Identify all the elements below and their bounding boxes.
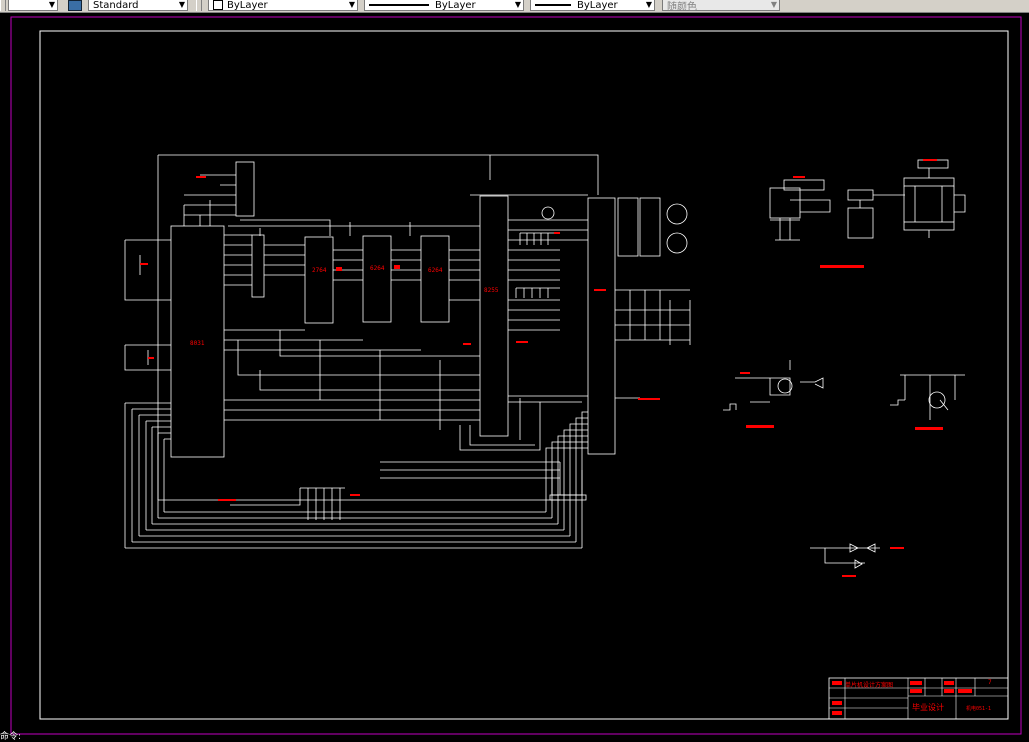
lineweight-sample: [535, 4, 571, 6]
text-style-value: Standard: [93, 0, 139, 11]
peripheral-circuits: [723, 159, 966, 569]
chevron-down-icon: ▼: [348, 0, 355, 9]
ram-6264: [362, 235, 392, 323]
schematic-labels: 8031 2764 6264 6264 8255: [190, 265, 499, 347]
ram2-label: 6264: [428, 267, 443, 274]
chevron-down-icon: ▼: [645, 0, 652, 9]
plot-style-combo[interactable]: 随颜色 ▼: [662, 0, 780, 13]
linetype-sample: [369, 4, 429, 6]
toolbar-grip[interactable]: [0, 0, 6, 11]
eprom-2764: [304, 236, 334, 324]
title-block: 单片机设计方案图 毕业设计 机电051-1 7: [828, 677, 1009, 720]
drawing-canvas[interactable]: 8031 2764 6264 6264 8255 单片机设计方案图 毕业设计 机…: [0, 13, 1029, 742]
text-style-combo[interactable]: Standard ▼: [88, 0, 188, 11]
drawing-no-text: 机电051-1: [966, 705, 991, 712]
command-prompt[interactable]: 命令:: [0, 729, 21, 742]
plot-style-value: 随颜色: [667, 1, 697, 13]
properties-toolbar: ▼ Standard ▼ ByLayer ▼ ByLayer ▼ ByLayer…: [0, 0, 1029, 13]
paper-boundary: [10, 16, 1022, 735]
design-name-text: 单片机设计方案图: [845, 681, 893, 689]
layer-value: ByLayer: [227, 0, 268, 11]
chevron-down-icon: ▼: [48, 0, 55, 9]
pio-8255: [479, 195, 509, 437]
drawing-frame: [39, 30, 1009, 720]
chevron-down-icon: ▼: [178, 0, 185, 9]
chevron-down-icon: ▼: [514, 0, 521, 9]
layer-combo[interactable]: ByLayer ▼: [208, 0, 358, 11]
pio-label: 8255: [484, 287, 499, 294]
style-combo-left[interactable]: ▼: [8, 0, 58, 11]
linetype-combo[interactable]: ByLayer ▼: [364, 0, 524, 11]
lineweight-value: ByLayer: [577, 0, 618, 11]
color-swatch-icon: [213, 0, 223, 10]
lineweight-combo[interactable]: ByLayer ▼: [530, 0, 655, 11]
sheet-text: 7: [988, 679, 992, 686]
toolbar-grip[interactable]: [196, 0, 202, 11]
linetype-value: ByLayer: [435, 0, 476, 11]
cpu-label: 8031: [190, 340, 205, 347]
drawing-title-text: 毕业设计: [912, 702, 944, 712]
chevron-down-icon: ▼: [770, 0, 777, 9]
eprom-label: 2764: [312, 267, 327, 274]
text-style-icon[interactable]: [64, 0, 86, 11]
ram-label: 6264: [370, 265, 385, 272]
main-schematic: [124, 154, 691, 549]
